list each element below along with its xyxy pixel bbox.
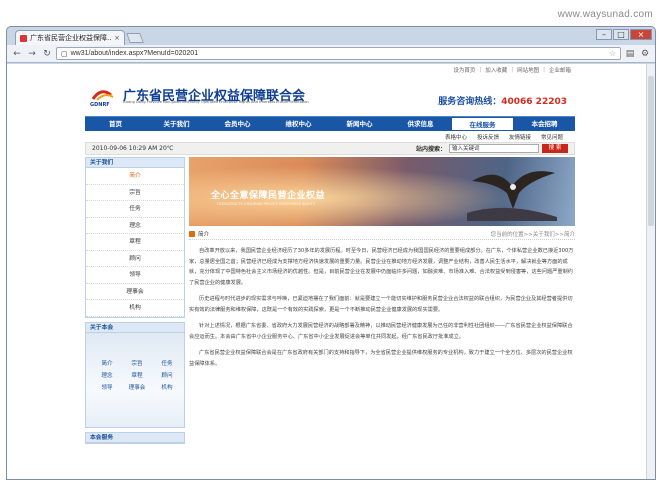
tab-title: 广东省民营企业权益保障...	[30, 34, 112, 42]
window-controls: – □ ×	[596, 29, 652, 40]
article-paragraph: 历史进程与时代进步的现实需求与呼唤，已紧迫地摆在了我们面前：就是要建立一个能切实…	[189, 296, 573, 313]
site-header: GDNRF 广东省民营企业权益保障联合会 Guang Dong Province…	[85, 76, 575, 116]
nav-online-service[interactable]: 在线服务	[451, 117, 514, 131]
hotline-number: 40066 22203	[501, 97, 567, 107]
site-title-en: Guang Dong Province Non-governmentally O…	[123, 100, 309, 104]
assoc-link[interactable]: 章程	[124, 371, 150, 379]
search-button[interactable]: 搜 索	[542, 144, 568, 153]
about-box-title: 关于我们	[86, 158, 184, 168]
top-link-favorite[interactable]: 加入收藏	[485, 66, 507, 74]
top-link-mail[interactable]: 企业邮箱	[549, 66, 571, 74]
reload-icon[interactable]: ↻	[41, 49, 53, 59]
subnav-forms[interactable]: 表格中心	[445, 133, 467, 141]
top-link-home[interactable]: 设为首页	[453, 66, 475, 74]
menu-item-idea[interactable]: 理念	[86, 218, 184, 234]
scrollbar[interactable]	[646, 64, 655, 479]
section-header: 简介 您当前的位置>>关于我们>>简介	[189, 228, 575, 240]
nav-news[interactable]: 新闻中心	[329, 117, 390, 131]
site-watermark: www.waysunad.com	[557, 9, 653, 20]
assoc-link[interactable]: 任务	[154, 359, 180, 367]
menu-item-purpose[interactable]: 宗旨	[86, 185, 184, 201]
eagle-icon	[467, 171, 557, 221]
nav-recruit[interactable]: 本会招聘	[514, 117, 575, 131]
page-menu-icon[interactable]: ▤	[624, 49, 636, 59]
back-icon[interactable]: ←	[11, 49, 23, 59]
menu-item-tasks[interactable]: 任务	[86, 201, 184, 218]
section-icon	[189, 230, 195, 237]
breadcrumb[interactable]: 您当前的位置>>关于我们>>简介	[491, 230, 575, 238]
article-paragraph: 自改革开放以来，我国民营企业经济经历了30多年的发展历程。时至今日，民营经济已经…	[189, 248, 574, 286]
date-search-bar: 2010-09-06 10:29 AM 20℃ 站内搜索： 输入关键词 搜 索	[85, 142, 575, 155]
assoc-link[interactable]: 宗旨	[124, 359, 150, 367]
menu-item-org[interactable]: 机构	[86, 300, 184, 317]
search-label: 站内搜索：	[415, 146, 446, 153]
hotline: 服务咨询热线：40066 22203	[438, 97, 567, 107]
date-weather: 2010-09-06 10:29 AM 20℃	[92, 145, 174, 152]
page-icon: ▢	[61, 50, 68, 58]
web-page: 设为首页 | 加入收藏 | 网站地图 | 企业邮箱 GDNRF 广东省民营企业权益保障…	[7, 64, 655, 479]
section-title: 简介	[198, 231, 210, 238]
bookmark-star-icon[interactable]: ☆	[609, 49, 616, 58]
assoc-link[interactable]: 理事会	[124, 383, 150, 391]
about-box: 关于我们 简介 宗旨 任务 理念 章程 顾问 领导 理事会 机构	[85, 157, 185, 318]
banner-subtitle: DEDICATED TO ENSURING PRIVATE ENTERPRISE…	[217, 202, 316, 206]
site-container: 设为首页 | 加入收藏 | 网站地图 | 企业邮箱 GDNRF 广东省民营企业权益保障…	[85, 64, 575, 444]
browser-tab[interactable]: 广东省民营企业权益保障... ×	[15, 30, 125, 45]
site-search: 站内搜索： 输入关键词 搜 索	[416, 144, 568, 153]
browser-toolbar: ← → ↻ ▢ ww31/about/index.aspx?MenuId=020…	[7, 45, 655, 63]
menu-item-advisor[interactable]: 顾问	[86, 251, 184, 267]
assoc-link[interactable]: 简介	[94, 359, 120, 367]
main-nav: 首页 关于我们 会员中心 维权中心 新闻中心 供求信息 在线服务 本会招聘	[85, 116, 575, 131]
assoc-link[interactable]: 理念	[94, 371, 120, 379]
subnav-complaint[interactable]: 投诉反馈	[477, 133, 499, 141]
menu-item-charter[interactable]: 章程	[86, 234, 184, 251]
nav-home[interactable]: 首页	[85, 117, 146, 131]
service-box-title: 本会服务	[86, 432, 184, 443]
assoc-link[interactable]: 顾问	[154, 371, 180, 379]
forward-icon[interactable]: →	[26, 49, 38, 59]
new-tab-button[interactable]	[126, 33, 144, 43]
nav-rights[interactable]: 维权中心	[268, 117, 329, 131]
assoc-box: 关于本会 简介 宗旨 任务 理念 章程 顾问 领导 理事会 机构	[85, 321, 185, 428]
banner-title: 全心全意保障民营企业权益	[211, 191, 326, 201]
subnav-links[interactable]: 友情链接	[509, 133, 531, 141]
tab-strip: 广东省民营企业权益保障... × – □ ×	[7, 27, 655, 45]
browser-window: 广东省民营企业权益保障... × – □ × ← → ↻ ▢ ww31/abou…	[6, 26, 656, 480]
minimize-button[interactable]: –	[596, 29, 612, 40]
left-sidebar: 关于我们 简介 宗旨 任务 理念 章程 顾问 领导 理事会 机构 关于本会 简介…	[85, 157, 185, 448]
sub-nav: 表格中心 投诉反馈 友情链接 常见问题	[85, 131, 575, 142]
service-box: 本会服务	[85, 431, 185, 444]
article-paragraph: 广东省民营企业权益保障联合会是在广东省政府有关部门的支持和指导下，为全省民营企业…	[189, 350, 573, 367]
menu-item-leaders[interactable]: 领导	[86, 267, 184, 284]
top-link-sitemap[interactable]: 网站地图	[517, 66, 539, 74]
close-window-button[interactable]: ×	[630, 29, 652, 40]
assoc-panel: 简介 宗旨 任务 理念 章程 顾问 领导 理事会 机构	[86, 332, 184, 427]
menu-item-intro[interactable]: 简介	[86, 168, 184, 185]
nav-supply[interactable]: 供求信息	[390, 117, 451, 131]
menu-item-council[interactable]: 理事会	[86, 284, 184, 300]
top-links: 设为首页 | 加入收藏 | 网站地图 | 企业邮箱	[453, 66, 571, 74]
article-paragraph: 针对上述情况，根据广东省委、省政府大力发展民营经济的战略部署及精神，以推动民营经…	[189, 323, 573, 340]
subnav-faq[interactable]: 常见问题	[541, 133, 563, 141]
assoc-link[interactable]: 机构	[154, 383, 180, 391]
maximize-button[interactable]: □	[613, 29, 629, 40]
about-menu: 简介 宗旨 任务 理念 章程 顾问 领导 理事会 机构	[86, 168, 184, 317]
address-bar[interactable]: ▢ ww31/about/index.aspx?MenuId=020201 ☆	[56, 47, 621, 60]
nav-member[interactable]: 会员中心	[207, 117, 268, 131]
close-tab-icon[interactable]: ×	[114, 34, 120, 42]
article: 自改革开放以来，我国民营企业经济经历了30多年的发展历程。时至今日，民营经济已经…	[189, 246, 575, 369]
search-input[interactable]: 输入关键词	[449, 144, 539, 153]
main-content: 全心全意保障民营企业权益 DEDICATED TO ENSURING PRIVA…	[189, 157, 575, 369]
svg-text:GDNRF: GDNRF	[90, 102, 110, 107]
wrench-icon[interactable]: ⚙	[639, 49, 651, 59]
favicon-icon	[20, 34, 27, 42]
assoc-link[interactable]: 领导	[94, 383, 120, 391]
assoc-box-title: 关于本会	[86, 322, 184, 333]
address-text: ww31/about/index.aspx?MenuId=020201	[70, 50, 199, 57]
assoc-grid: 简介 宗旨 任务 理念 章程 顾问 领导 理事会 机构	[94, 359, 180, 391]
banner-image: 全心全意保障民营企业权益 DEDICATED TO ENSURING PRIVA…	[189, 157, 575, 226]
nav-about[interactable]: 关于我们	[146, 117, 207, 131]
scrollbar-thumb[interactable]	[648, 76, 654, 226]
